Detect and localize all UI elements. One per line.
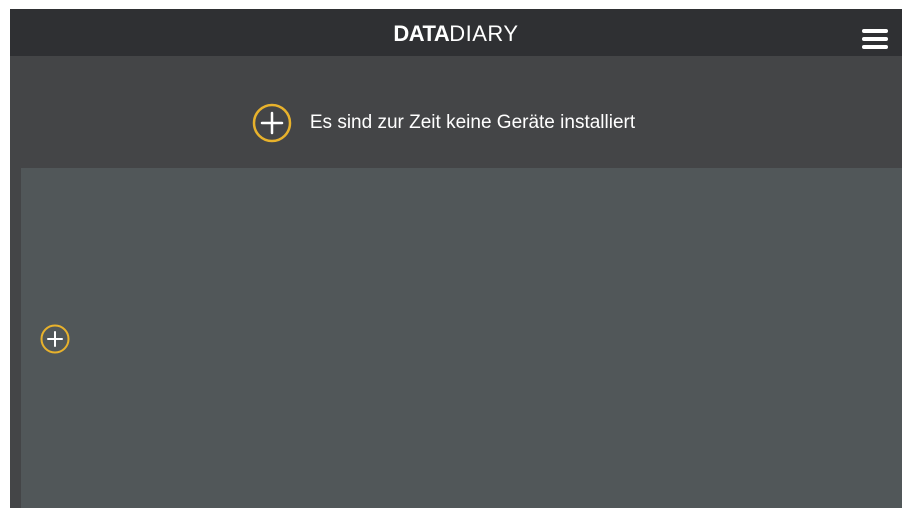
app-window: DATADIARY Es sind zur Zeit keine Geräte …	[10, 9, 902, 508]
menu-bar-line	[862, 45, 888, 49]
no-devices-notice: Es sind zur Zeit keine Geräte installier…	[10, 99, 902, 147]
no-devices-text: Es sind zur Zeit keine Geräte installier…	[309, 112, 636, 133]
plus-circle-icon[interactable]	[252, 103, 292, 143]
menu-bar-line	[862, 37, 888, 41]
hamburger-menu-icon[interactable]	[860, 27, 890, 51]
device-panel	[21, 168, 902, 508]
logo: DATADIARY	[10, 22, 902, 46]
menu-bar-line	[862, 29, 888, 33]
plus-circle-icon[interactable]	[40, 324, 70, 354]
logo-bold-text: DATA	[393, 21, 450, 46]
top-bar: DATADIARY	[10, 9, 902, 56]
logo-light-text: DIARY	[449, 21, 519, 46]
